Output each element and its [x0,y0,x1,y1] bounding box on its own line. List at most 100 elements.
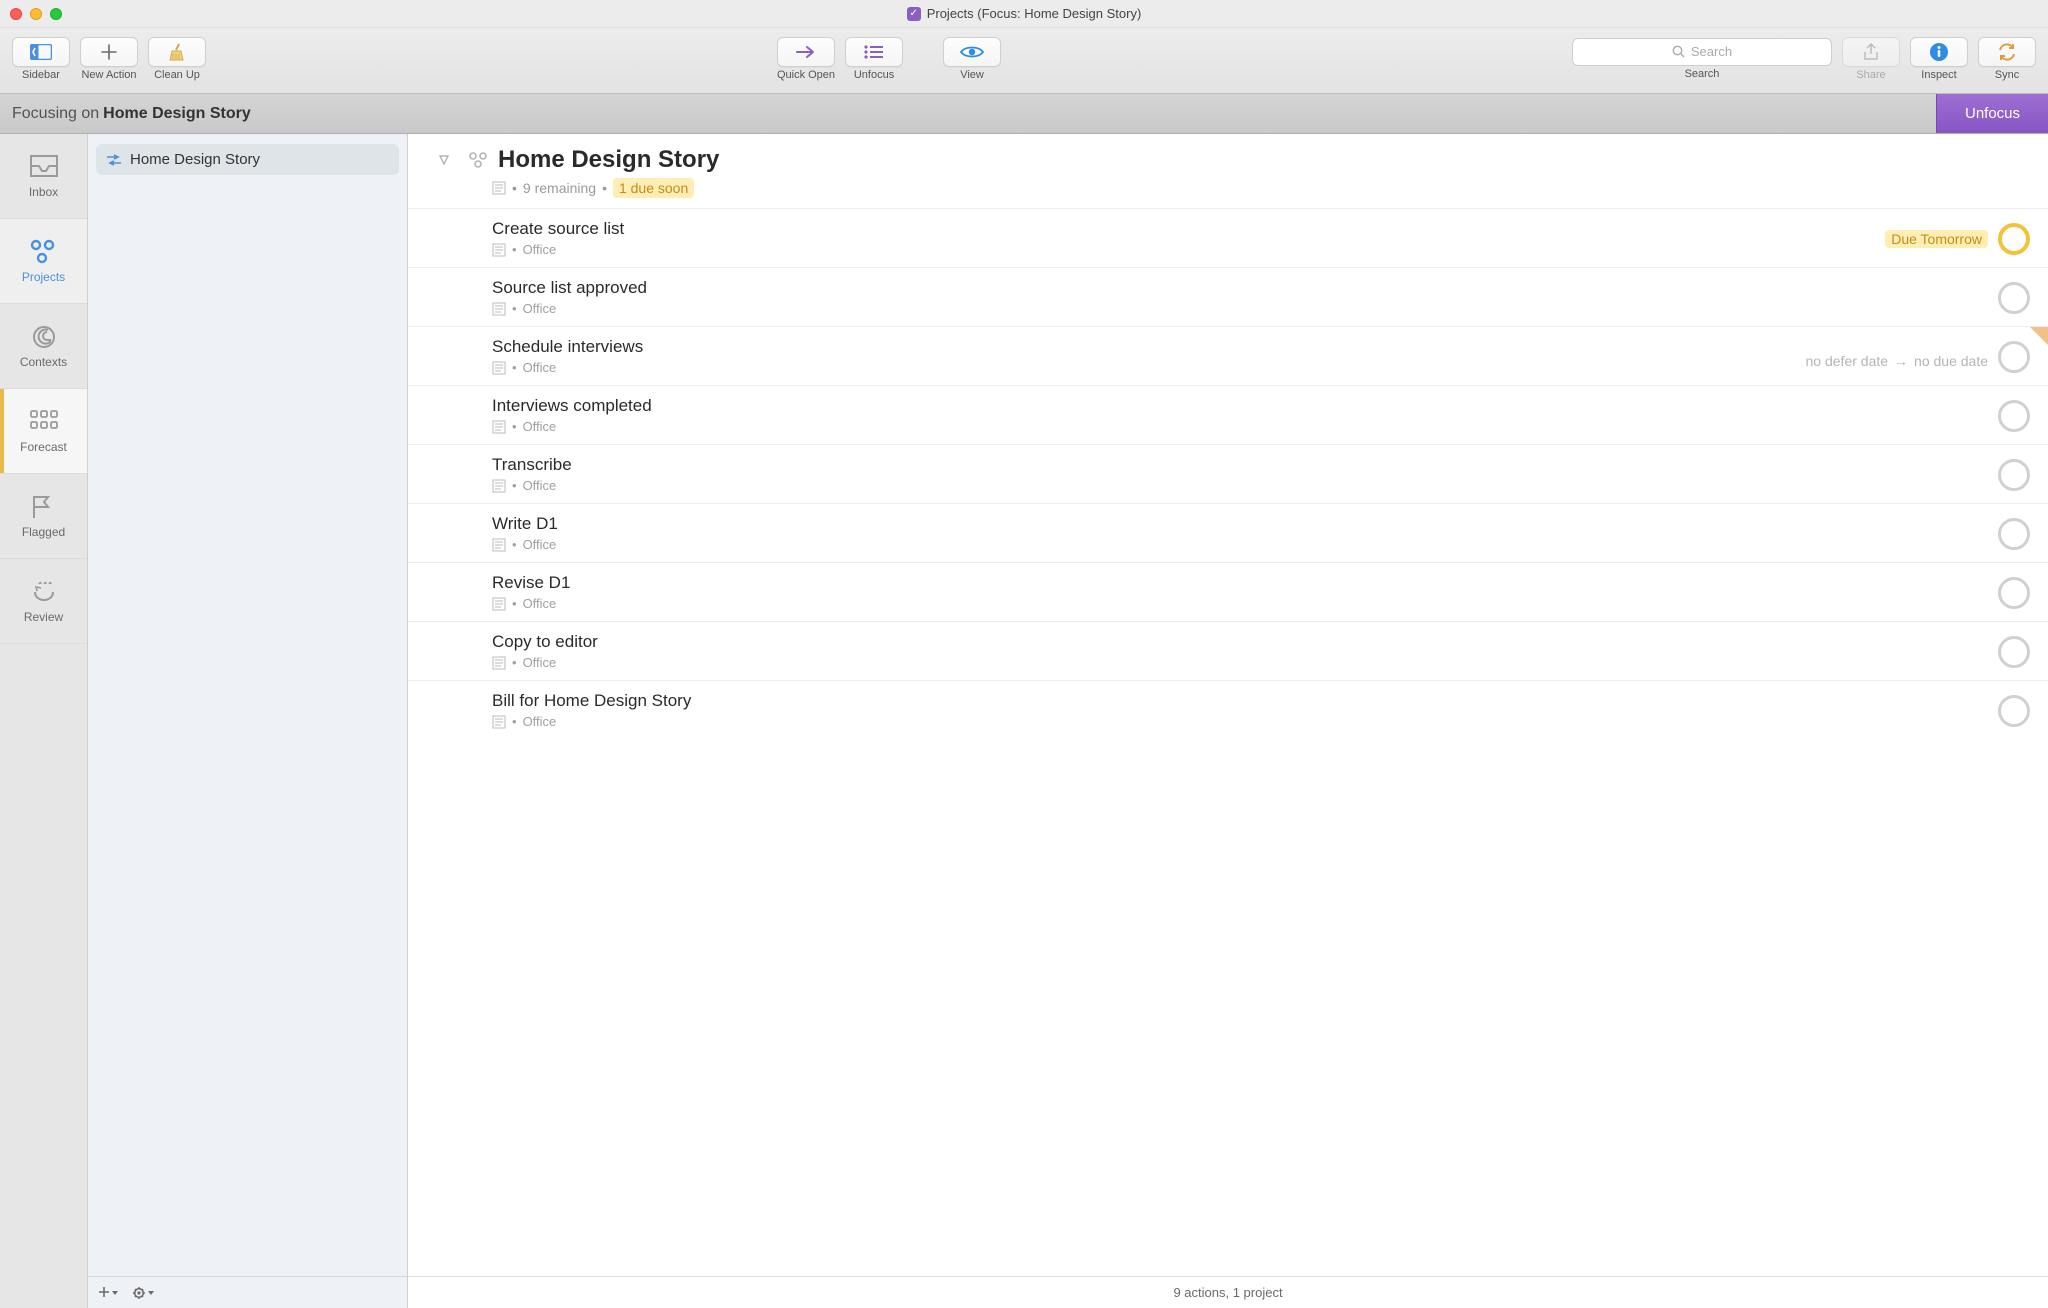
sync-icon [1997,43,2017,61]
view-button[interactable] [943,37,1001,67]
status-circle[interactable] [1998,223,2030,255]
sidebar-project-label: Home Design Story [130,151,260,168]
note-icon[interactable] [492,361,506,375]
task-meta: •Office [492,242,2024,257]
minimize-window-button[interactable] [30,8,42,20]
plus-icon [101,44,117,60]
task-row[interactable]: Create source list•OfficeDue Tomorrow [408,208,2048,267]
unfocus-button[interactable]: Unfocus [1936,94,2048,133]
task-row[interactable]: Transcribe •Office [408,444,2048,503]
sidebar-bottom-bar [88,1276,407,1308]
task-row[interactable]: Revise D1•Office [408,562,2048,621]
inspect-label: Inspect [1921,69,1956,81]
task-meta: •Office [492,655,2024,670]
inspect-button[interactable] [1910,37,1968,67]
view-label: View [960,69,984,81]
task-row[interactable]: Copy to editor •Office [408,621,2048,680]
task-row[interactable]: Schedule interviews •Officeno defer date→… [408,326,2048,385]
search-input[interactable]: Search [1572,38,1832,66]
task-context: Office [523,419,557,434]
task-title: Revise D1 [492,573,2024,593]
share-label: Share [1856,69,1885,81]
task-row[interactable]: Interviews completed•Office [408,385,2048,444]
sidebar-project-row[interactable]: Home Design Story [96,144,399,175]
note-icon[interactable] [492,656,506,670]
add-button[interactable] [98,1286,118,1300]
rail-projects[interactable]: Projects [0,219,87,304]
disclosure-triangle-icon[interactable] [438,154,458,166]
gear-button[interactable] [132,1286,154,1300]
note-icon[interactable] [492,243,506,257]
share-button[interactable] [1842,37,1900,67]
sidebar-toggle-button[interactable] [12,37,70,67]
toolbar: Sidebar New Action Clean Up Quick Open [0,28,2048,94]
rail-item-label: Inbox [29,185,58,199]
projects-icon [29,239,59,265]
note-icon[interactable] [492,597,506,611]
status-circle[interactable] [1998,577,2030,609]
close-window-button[interactable] [10,8,22,20]
task-title: Write D1 [492,514,2024,534]
flag-corner [2030,327,2048,345]
note-icon[interactable] [492,538,506,552]
status-circle[interactable] [1998,636,2030,668]
rail-forecast[interactable]: Forecast [0,389,87,474]
task-title: Create source list [492,219,2024,239]
status-circle[interactable] [1998,400,2030,432]
sidebar: Home Design Story [88,134,408,1308]
status-circle[interactable] [1998,459,2030,491]
note-icon[interactable] [492,181,506,195]
remaining-count: 9 remaining [523,180,596,196]
app-icon: ✓ [907,7,921,21]
status-text: 9 actions, 1 project [1173,1285,1282,1300]
rail-inbox[interactable]: Inbox [0,134,87,219]
task-meta: •Office [492,478,2024,493]
task-title: Transcribe [492,455,2024,475]
rail-item-label: Forecast [20,440,67,454]
sidebar-toggle-label: Sidebar [22,69,60,81]
rail-item-label: Contexts [20,355,67,369]
task-context: Office [523,360,557,375]
rail-contexts[interactable]: Contexts [0,304,87,389]
task-date-info: no defer date→no due date [1806,353,1988,369]
task-title: Copy to editor [492,632,2024,652]
rail-flagged[interactable]: Flagged [0,474,87,559]
new-action-button[interactable] [80,37,138,67]
task-row[interactable]: Source list approved•Office [408,267,2048,326]
detail-title: Home Design Story [498,146,719,174]
detail-pane: Home Design Story • 9 remaining • 1 due … [408,134,2048,1308]
task-list: Create source list•OfficeDue TomorrowSou… [408,208,2048,739]
task-title: Source list approved [492,278,2024,298]
review-icon [29,579,59,605]
task-row[interactable]: Bill for Home Design Story•Office [408,680,2048,739]
flag-icon [29,494,59,520]
note-icon[interactable] [492,420,506,434]
zoom-window-button[interactable] [50,8,62,20]
task-context: Office [523,478,557,493]
status-bar: 9 actions, 1 project [408,1276,2048,1308]
due-soon-badge: 1 due soon [613,178,694,198]
note-icon[interactable] [492,302,506,316]
search-placeholder: Search [1691,44,1732,59]
rail-item-label: Flagged [22,525,65,539]
sync-button[interactable] [1978,37,2036,67]
status-circle[interactable] [1998,695,2030,727]
clean-up-button[interactable] [148,37,206,67]
status-circle[interactable] [1998,282,2030,314]
rail-review[interactable]: Review [0,559,87,644]
status-circle[interactable] [1998,341,2030,373]
unfocus-toolbar-button[interactable] [845,37,903,67]
inbox-icon [29,154,59,180]
broom-icon [167,43,187,61]
status-circle[interactable] [1998,518,2030,550]
note-icon[interactable] [492,715,506,729]
task-meta: •Office [492,360,2024,375]
task-row[interactable]: Write D1•Office [408,503,2048,562]
task-meta: •Office [492,419,2024,434]
task-context: Office [523,537,557,552]
focus-prefix: Focusing on [12,105,99,123]
quick-open-button[interactable] [777,37,835,67]
note-icon[interactable] [492,479,506,493]
forecast-icon [29,409,59,435]
task-title: Schedule interviews [492,337,2024,357]
